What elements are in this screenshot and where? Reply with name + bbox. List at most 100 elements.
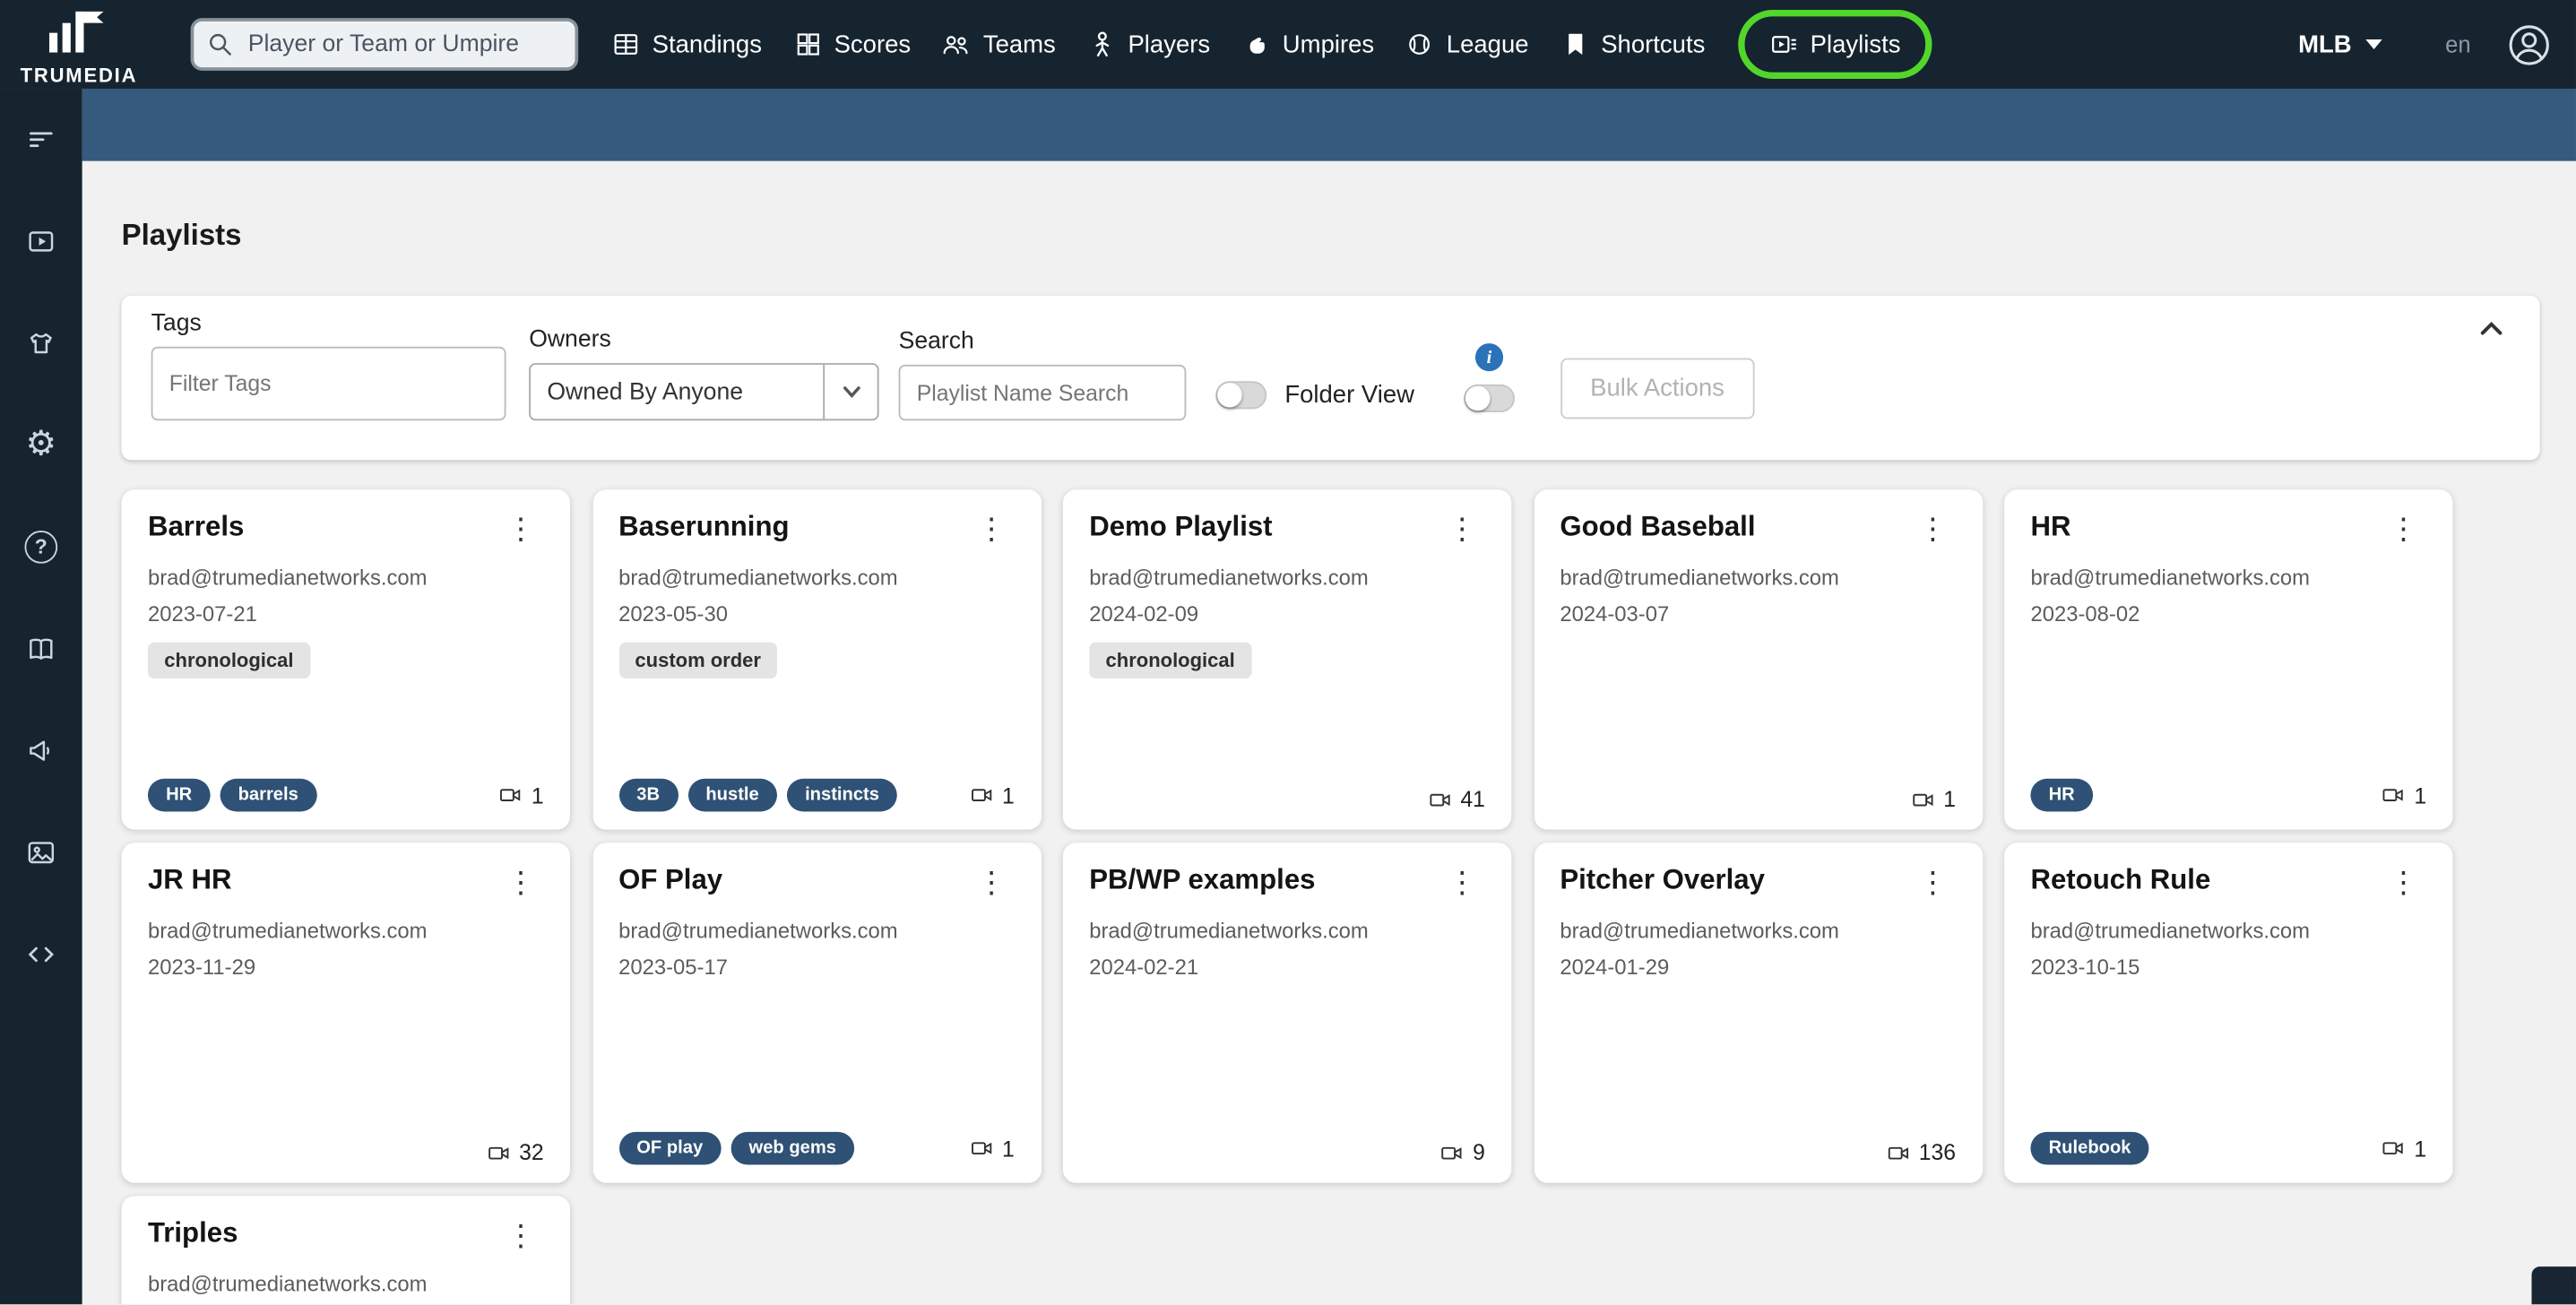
primary-nav: Standings Scores Teams Players Umpires L… bbox=[611, 9, 1933, 79]
help-icon: ? bbox=[24, 531, 58, 564]
playlist-card[interactable]: Good Baseball ⋮ brad@trumedianetworks.com… bbox=[1534, 489, 1983, 830]
playlist-card[interactable]: JR HR ⋮ brad@trumedianetworks.com 2023-11… bbox=[121, 843, 571, 1183]
sidebar-item-help[interactable]: ? bbox=[23, 529, 59, 565]
playlist-name-search-input[interactable] bbox=[898, 364, 1187, 421]
playlist-owner: brad@trumedianetworks.com bbox=[2030, 918, 2311, 944]
megaphone-icon bbox=[30, 740, 50, 761]
clip-count-value: 1 bbox=[1002, 782, 1015, 808]
tag-pill[interactable]: OF play bbox=[618, 1131, 722, 1165]
filters-panel: Tags Owners Owned By Anyone Search Folde… bbox=[121, 295, 2540, 461]
clip-count-value: 41 bbox=[1460, 786, 1485, 812]
tags-filter-input[interactable] bbox=[151, 346, 506, 421]
sidebar-item-playlists[interactable] bbox=[23, 223, 59, 259]
playlist-owner: brad@trumedianetworks.com bbox=[1560, 565, 1839, 591]
playlist-date: 2023-11-29 bbox=[147, 954, 256, 980]
sidebar-item-glossary[interactable] bbox=[23, 631, 59, 667]
clip-count-value: 1 bbox=[1943, 786, 1957, 812]
video-camera-icon bbox=[1888, 1145, 1908, 1159]
nav-label: Teams bbox=[982, 30, 1056, 59]
playlist-card[interactable]: PB/WP examples ⋮ brad@trumedianetworks.co… bbox=[1062, 843, 1512, 1183]
video-camera-icon bbox=[2383, 1142, 2404, 1155]
nav-label: Umpires bbox=[1282, 30, 1375, 59]
owners-label: Owners bbox=[529, 326, 611, 354]
clip-count-value: 1 bbox=[2414, 782, 2427, 808]
tag-pill[interactable]: web gems bbox=[730, 1131, 855, 1165]
playlist-card[interactable]: Demo Playlist ⋮ brad@trumedianetworks.com… bbox=[1062, 489, 1512, 830]
tag-pill[interactable]: barrels bbox=[220, 778, 317, 812]
nav-shortcuts[interactable]: Shortcuts bbox=[1560, 30, 1705, 59]
playlist-card[interactable]: HR ⋮ brad@trumedianetworks.com 2023-08-02… bbox=[2004, 489, 2453, 830]
kebab-menu-icon[interactable]: ⋮ bbox=[968, 864, 1014, 900]
bulk-actions-toggle[interactable] bbox=[1463, 384, 1515, 413]
kebab-menu-icon[interactable]: ⋮ bbox=[968, 511, 1014, 547]
tag-pill[interactable]: Rulebook bbox=[2030, 1131, 2149, 1165]
tag-pill[interactable]: instincts bbox=[786, 778, 898, 812]
playlist-card[interactable]: Baserunning ⋮ brad@trumedianetworks.com 2… bbox=[592, 489, 1042, 830]
playlist-title: OF Play bbox=[618, 864, 723, 895]
playlist-owner: brad@trumedianetworks.com bbox=[618, 918, 898, 944]
tag-pill[interactable]: hustle bbox=[687, 778, 777, 812]
tag-row: HR bbox=[2030, 778, 2093, 812]
language-selector[interactable]: en bbox=[2445, 31, 2471, 57]
playlist-owner: brad@trumedianetworks.com bbox=[147, 565, 428, 591]
clip-count-value: 136 bbox=[1918, 1140, 1957, 1165]
sidebar-item-announcements[interactable] bbox=[23, 732, 59, 768]
playlist-date: 2024-03-07 bbox=[1560, 601, 1670, 627]
playlist-owner: brad@trumedianetworks.com bbox=[1089, 565, 1369, 591]
nav-playlists[interactable]: Playlists bbox=[1738, 9, 1932, 79]
user-avatar[interactable] bbox=[2507, 22, 2551, 66]
folder-view-label: Folder View bbox=[1284, 381, 1415, 410]
sidebar-item-filter[interactable] bbox=[23, 122, 59, 158]
playlist-card[interactable]: OF Play ⋮ brad@trumedianetworks.com 2023-… bbox=[592, 843, 1042, 1183]
nav-scores[interactable]: Scores bbox=[793, 30, 911, 59]
nav-league[interactable]: League bbox=[1405, 30, 1529, 59]
sidebar-item-media[interactable] bbox=[23, 834, 59, 870]
kebab-menu-icon[interactable]: ⋮ bbox=[2381, 511, 2426, 547]
collapse-panel-button[interactable] bbox=[2479, 317, 2503, 347]
kebab-menu-icon[interactable]: ⋮ bbox=[2381, 864, 2426, 900]
select-chevron bbox=[823, 364, 877, 419]
global-search-input[interactable] bbox=[245, 29, 562, 59]
playlist-title: Baserunning bbox=[618, 511, 790, 542]
owners-select[interactable]: Owned By Anyone bbox=[529, 363, 879, 421]
order-tag: custom order bbox=[618, 642, 778, 678]
playlist-card[interactable]: Triples ⋮ brad@trumedianetworks.com bbox=[121, 1196, 571, 1305]
clip-count: 1 bbox=[1909, 787, 1956, 811]
playlist-card[interactable]: Pitcher Overlay ⋮ brad@trumedianetworks.c… bbox=[1534, 843, 1983, 1183]
global-search[interactable] bbox=[190, 18, 579, 71]
nav-standings[interactable]: Standings bbox=[611, 30, 762, 59]
floating-corner-button[interactable] bbox=[2531, 1266, 2576, 1305]
nav-teams[interactable]: Teams bbox=[942, 30, 1056, 59]
bulk-actions-button[interactable]: Bulk Actions bbox=[1560, 358, 1754, 419]
tag-pill[interactable]: 3B bbox=[618, 778, 679, 812]
trumedia-logo[interactable]: TRUMEDIA bbox=[0, 3, 158, 86]
kebab-menu-icon[interactable]: ⋮ bbox=[1439, 511, 1485, 547]
sidebar-item-settings[interactable]: ⚙ bbox=[23, 428, 59, 463]
sidebar-item-uniforms[interactable] bbox=[23, 325, 59, 361]
playlist-owner: brad@trumedianetworks.com bbox=[618, 565, 898, 591]
kebab-menu-icon[interactable]: ⋮ bbox=[1910, 511, 1956, 547]
code-icon bbox=[28, 946, 54, 963]
folder-view-toggle[interactable] bbox=[1215, 381, 1267, 410]
kebab-menu-icon[interactable]: ⋮ bbox=[497, 511, 543, 547]
tag-pill[interactable]: HR bbox=[147, 778, 211, 812]
tag-pill[interactable]: HR bbox=[2030, 778, 2093, 812]
tags-label: Tags bbox=[151, 310, 202, 337]
nav-umpires[interactable]: Umpires bbox=[1241, 30, 1374, 59]
page-header-band bbox=[82, 88, 2576, 161]
league-selector[interactable]: MLB bbox=[2298, 30, 2383, 58]
sidebar-item-api[interactable] bbox=[23, 937, 59, 972]
kebab-menu-icon[interactable]: ⋮ bbox=[497, 864, 543, 900]
folder-view-group: Folder View bbox=[1215, 381, 1415, 410]
kebab-menu-icon[interactable]: ⋮ bbox=[497, 1217, 543, 1253]
user-avatar-icon bbox=[2509, 24, 2549, 65]
playlist-card[interactable]: Retouch Rule ⋮ brad@trumedianetworks.com … bbox=[2004, 843, 2453, 1183]
players-icon bbox=[1094, 31, 1109, 57]
kebab-menu-icon[interactable]: ⋮ bbox=[1439, 864, 1485, 900]
info-icon[interactable]: i bbox=[1474, 343, 1503, 372]
standings-icon bbox=[614, 34, 638, 55]
topbar-right: MLB en bbox=[2298, 22, 2576, 66]
kebab-menu-icon[interactable]: ⋮ bbox=[1910, 864, 1956, 900]
nav-players[interactable]: Players bbox=[1087, 30, 1210, 59]
playlist-card[interactable]: Barrels ⋮ brad@trumedianetworks.com 2023-… bbox=[121, 489, 571, 830]
